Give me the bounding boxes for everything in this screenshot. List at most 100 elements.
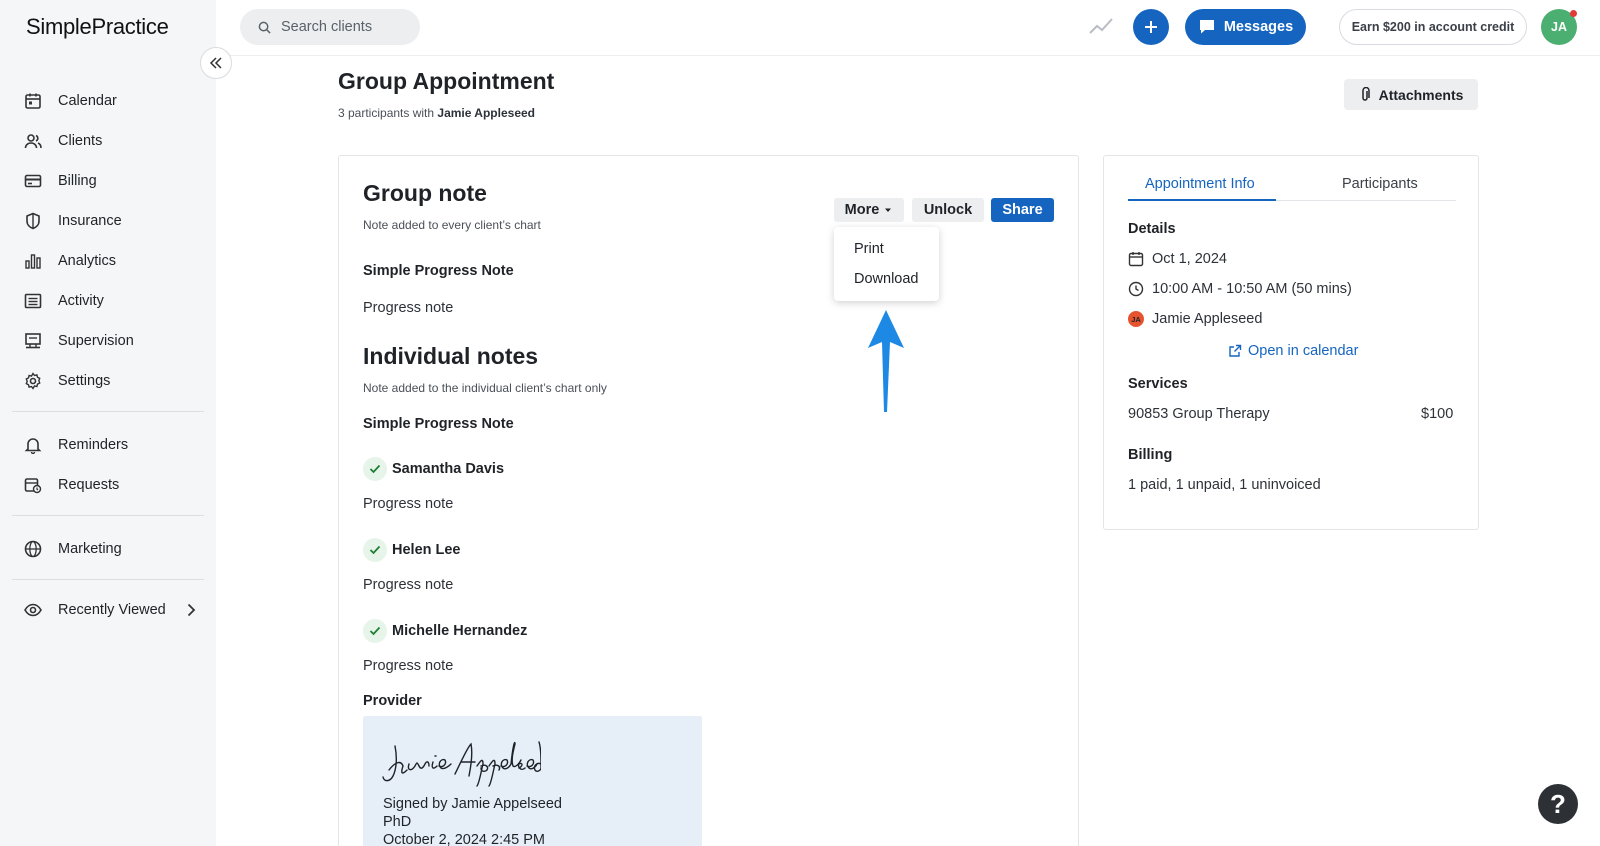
subtitle-clinician: Jamie Appleseed — [437, 106, 535, 120]
menu-item-download[interactable]: Download — [854, 271, 919, 287]
chat-icon — [1199, 20, 1214, 34]
active-tab-indicator — [1128, 199, 1276, 201]
group-note-body: Progress note — [363, 300, 454, 316]
menu-item-print[interactable]: Print — [854, 241, 884, 257]
attachments-button[interactable]: Attachments — [1344, 79, 1478, 110]
sidebar-divider — [12, 515, 204, 516]
paperclip-icon — [1361, 86, 1370, 101]
share-button[interactable]: Share — [991, 198, 1054, 222]
tab-participants[interactable]: Participants — [1342, 176, 1418, 192]
open-in-calendar-link[interactable]: Open in calendar — [1228, 343, 1358, 359]
billing-status: 1 paid, 1 unpaid, 1 uninvoiced — [1128, 477, 1321, 493]
appointment-time: 10:00 AM - 10:50 AM (50 mins) — [1128, 281, 1352, 297]
sidebar-item-recently-viewed[interactable]: Recently Viewed — [24, 598, 200, 622]
date-text: Oct 1, 2024 — [1152, 251, 1227, 267]
collapse-sidebar-button[interactable] — [200, 47, 232, 79]
billing-label: Billing — [1128, 447, 1173, 463]
service-price: $100 — [1421, 406, 1454, 422]
client-name: Helen Lee — [392, 542, 461, 558]
group-note-title: Group note — [363, 180, 487, 206]
sidebar-item-analytics[interactable]: Analytics — [24, 249, 116, 273]
help-button[interactable]: ? — [1538, 784, 1578, 824]
client-note-row[interactable]: Michelle Hernandez — [363, 619, 527, 643]
sidebar-item-label: Clients — [58, 133, 103, 149]
sidebar-item-label: Recently Viewed — [58, 602, 166, 618]
sidebar-item-activity[interactable]: Activity — [24, 289, 104, 313]
client-note-row[interactable]: Helen Lee — [363, 538, 461, 562]
calendar-clock-icon — [24, 478, 42, 494]
provider-label: Provider — [363, 693, 422, 709]
shield-icon — [26, 212, 40, 230]
handwritten-signature — [382, 741, 541, 787]
sidebar-item-reminders[interactable]: Reminders — [24, 433, 128, 457]
sidebar-item-label: Analytics — [58, 253, 117, 269]
earn-credit-button[interactable]: Earn $200 in account credit — [1339, 9, 1527, 45]
sidebar-divider — [12, 579, 204, 580]
external-link-icon — [1229, 344, 1242, 357]
notification-dot — [1570, 10, 1577, 17]
sidebar-item-label: Insurance — [58, 213, 122, 229]
open-in-calendar-label: Open in calendar — [1248, 343, 1359, 359]
sidebar-item-label: Settings — [58, 373, 111, 389]
sidebar-item-billing[interactable]: Billing — [24, 169, 97, 193]
services-label: Services — [1128, 376, 1188, 392]
signed-by-text: Signed by Jamie Appelseed — [383, 796, 562, 812]
unlock-button[interactable]: Unlock — [912, 198, 984, 222]
list-icon — [24, 293, 42, 309]
client-note-row[interactable]: Samantha Davis — [363, 457, 504, 481]
client-name: Samantha Davis — [392, 461, 505, 477]
signature-box: Signed by Jamie Appelseed PhD October 2,… — [363, 716, 702, 846]
sidebar-item-label: Billing — [58, 173, 97, 189]
add-button[interactable] — [1133, 9, 1169, 45]
sidebar-item-settings[interactable]: Settings — [24, 369, 110, 393]
search-input[interactable]: Search clients — [240, 9, 420, 45]
sidebar-item-label: Supervision — [58, 333, 134, 349]
sidebar-item-marketing[interactable]: Marketing — [24, 537, 122, 561]
client-name: Michelle Hernandez — [392, 623, 528, 639]
more-label: More — [844, 202, 880, 218]
caret-down-icon — [885, 208, 892, 212]
time-text: 10:00 AM - 10:50 AM (50 mins) — [1152, 281, 1352, 297]
attachments-label: Attachments — [1378, 86, 1464, 103]
calendar-icon — [1128, 252, 1144, 267]
individual-notes-template-title: Simple Progress Note — [363, 416, 514, 432]
plus-icon — [1145, 21, 1157, 33]
credit-card-icon — [24, 174, 42, 188]
client-note-body: Progress note — [363, 658, 454, 674]
client-note-body: Progress note — [363, 577, 454, 593]
clinician-name: Jamie Appleseed — [1152, 311, 1263, 327]
sidebar-item-requests[interactable]: Requests — [24, 473, 119, 497]
provider-credential: PhD — [383, 814, 412, 830]
appointment-clinician: JA Jamie Appleseed — [1128, 311, 1262, 327]
bell-icon — [24, 438, 42, 454]
sidebar-item-label: Marketing — [58, 541, 122, 557]
page-subtitle: 3 participants with Jamie Appleseed — [338, 106, 535, 120]
gear-icon — [25, 372, 41, 390]
sidebar: SimplePractice Calendar Clients Billing … — [0, 0, 216, 846]
globe-icon — [24, 540, 42, 558]
eye-icon — [24, 603, 42, 617]
tab-appointment-info[interactable]: Appointment Info — [1145, 176, 1255, 192]
sidebar-item-label: Activity — [58, 293, 104, 309]
group-note-template-title: Simple Progress Note — [363, 263, 514, 279]
header-divider — [216, 55, 1600, 56]
app-logo[interactable]: SimplePractice — [26, 14, 169, 40]
page-title: Group Appointment — [338, 68, 555, 94]
sidebar-item-label: Reminders — [58, 437, 129, 453]
more-button[interactable]: More — [834, 198, 904, 222]
sidebar-item-supervision[interactable]: Supervision — [24, 329, 134, 353]
sidebar-item-calendar[interactable]: Calendar — [24, 89, 117, 113]
calendar-icon — [25, 93, 41, 109]
search-placeholder: Search clients — [281, 19, 373, 35]
signed-at-text: October 2, 2024 2:45 PM — [383, 832, 546, 846]
check-icon — [363, 457, 387, 481]
trend-icon[interactable] — [1088, 16, 1114, 36]
more-dropdown-menu: Print Download — [834, 227, 939, 301]
messages-button[interactable]: Messages — [1185, 9, 1306, 45]
sidebar-item-clients[interactable]: Clients — [24, 129, 102, 153]
users-icon — [24, 134, 42, 149]
search-icon — [258, 21, 271, 34]
sidebar-item-insurance[interactable]: Insurance — [24, 209, 122, 233]
sidebar-item-label: Calendar — [58, 93, 117, 109]
double-chevron-left-icon — [209, 57, 222, 69]
